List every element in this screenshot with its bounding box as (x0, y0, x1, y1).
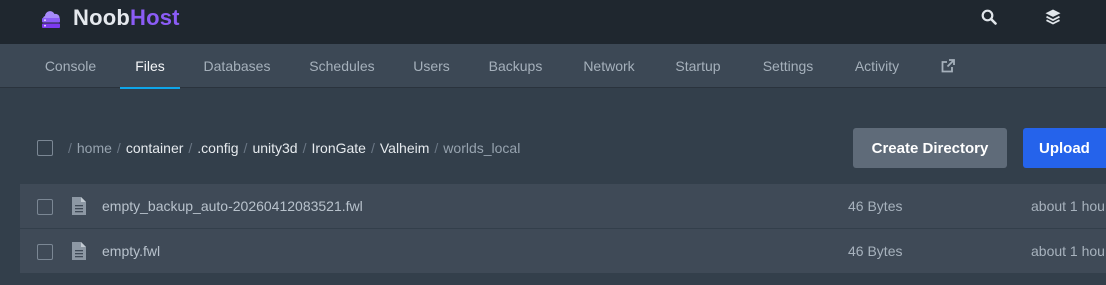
breadcrumb-separator: / (434, 140, 439, 156)
tab-databases[interactable]: Databases (197, 44, 277, 88)
file-select-checkbox[interactable] (37, 244, 53, 260)
tab-network[interactable]: Network (574, 44, 644, 88)
breadcrumb-segment-irongate[interactable]: IronGate (311, 140, 365, 156)
breadcrumb-separator: / (302, 140, 307, 156)
breadcrumb-segment-config[interactable]: .config (197, 140, 238, 156)
tab-settings[interactable]: Settings (755, 44, 821, 88)
breadcrumb-separator: / (188, 140, 193, 156)
breadcrumb-segment-worlds-local: worlds_local (443, 140, 521, 156)
brand-name-second: Host (130, 5, 180, 30)
tab-backups[interactable]: Backups (482, 44, 549, 88)
select-all-checkbox[interactable] (37, 140, 53, 156)
file-row[interactable]: empty_backup_auto-20260412083521.fwl 46 … (20, 184, 1106, 228)
breadcrumb-segment-valheim[interactable]: Valheim (380, 140, 430, 156)
file-icon (72, 242, 86, 260)
file-name: empty_backup_auto-20260412083521.fwl (102, 198, 363, 214)
breadcrumb-segment-container[interactable]: container (126, 140, 184, 156)
create-directory-button[interactable]: Create Directory (853, 128, 1007, 168)
tab-startup[interactable]: Startup (668, 44, 728, 88)
breadcrumb-segment-home[interactable]: home (77, 140, 112, 156)
tab-files[interactable]: Files (120, 44, 180, 89)
tab-users[interactable]: Users (408, 44, 455, 88)
file-row[interactable]: empty.fwl 46 Bytes about 1 hou (20, 229, 1106, 273)
breadcrumb-separator: / (116, 140, 121, 156)
breadcrumb: / home / container / .config / unity3d / IronGate… (68, 140, 520, 156)
file-select-checkbox[interactable] (37, 199, 53, 215)
breadcrumb-segment-unity3d[interactable]: unity3d (252, 140, 297, 156)
upload-button[interactable]: Upload (1023, 128, 1106, 168)
tab-schedules[interactable]: Schedules (302, 44, 382, 88)
file-name: empty.fwl (102, 243, 161, 259)
server-nav: Console Files Databases Schedules Users … (0, 44, 1106, 89)
search-icon[interactable] (979, 7, 999, 27)
layers-icon[interactable] (1043, 7, 1063, 27)
brand-name-first: Noob (73, 5, 131, 30)
tab-console[interactable]: Console (38, 44, 103, 88)
breadcrumb-separator: / (370, 140, 375, 156)
tab-activity[interactable]: Activity (847, 44, 907, 88)
breadcrumb-separator: / (243, 140, 248, 156)
file-size: 46 Bytes (848, 243, 903, 259)
brand[interactable]: NoobHost (38, 4, 180, 32)
file-modified: about 1 hou (1031, 243, 1105, 259)
file-modified: about 1 hou (1031, 198, 1105, 214)
server-cloud-icon (42, 11, 60, 28)
top-bar: NoobHost (0, 0, 1106, 44)
file-icon (72, 197, 86, 215)
file-size: 46 Bytes (848, 198, 903, 214)
external-link-icon[interactable] (935, 44, 961, 88)
breadcrumb-separator: / (68, 140, 72, 156)
